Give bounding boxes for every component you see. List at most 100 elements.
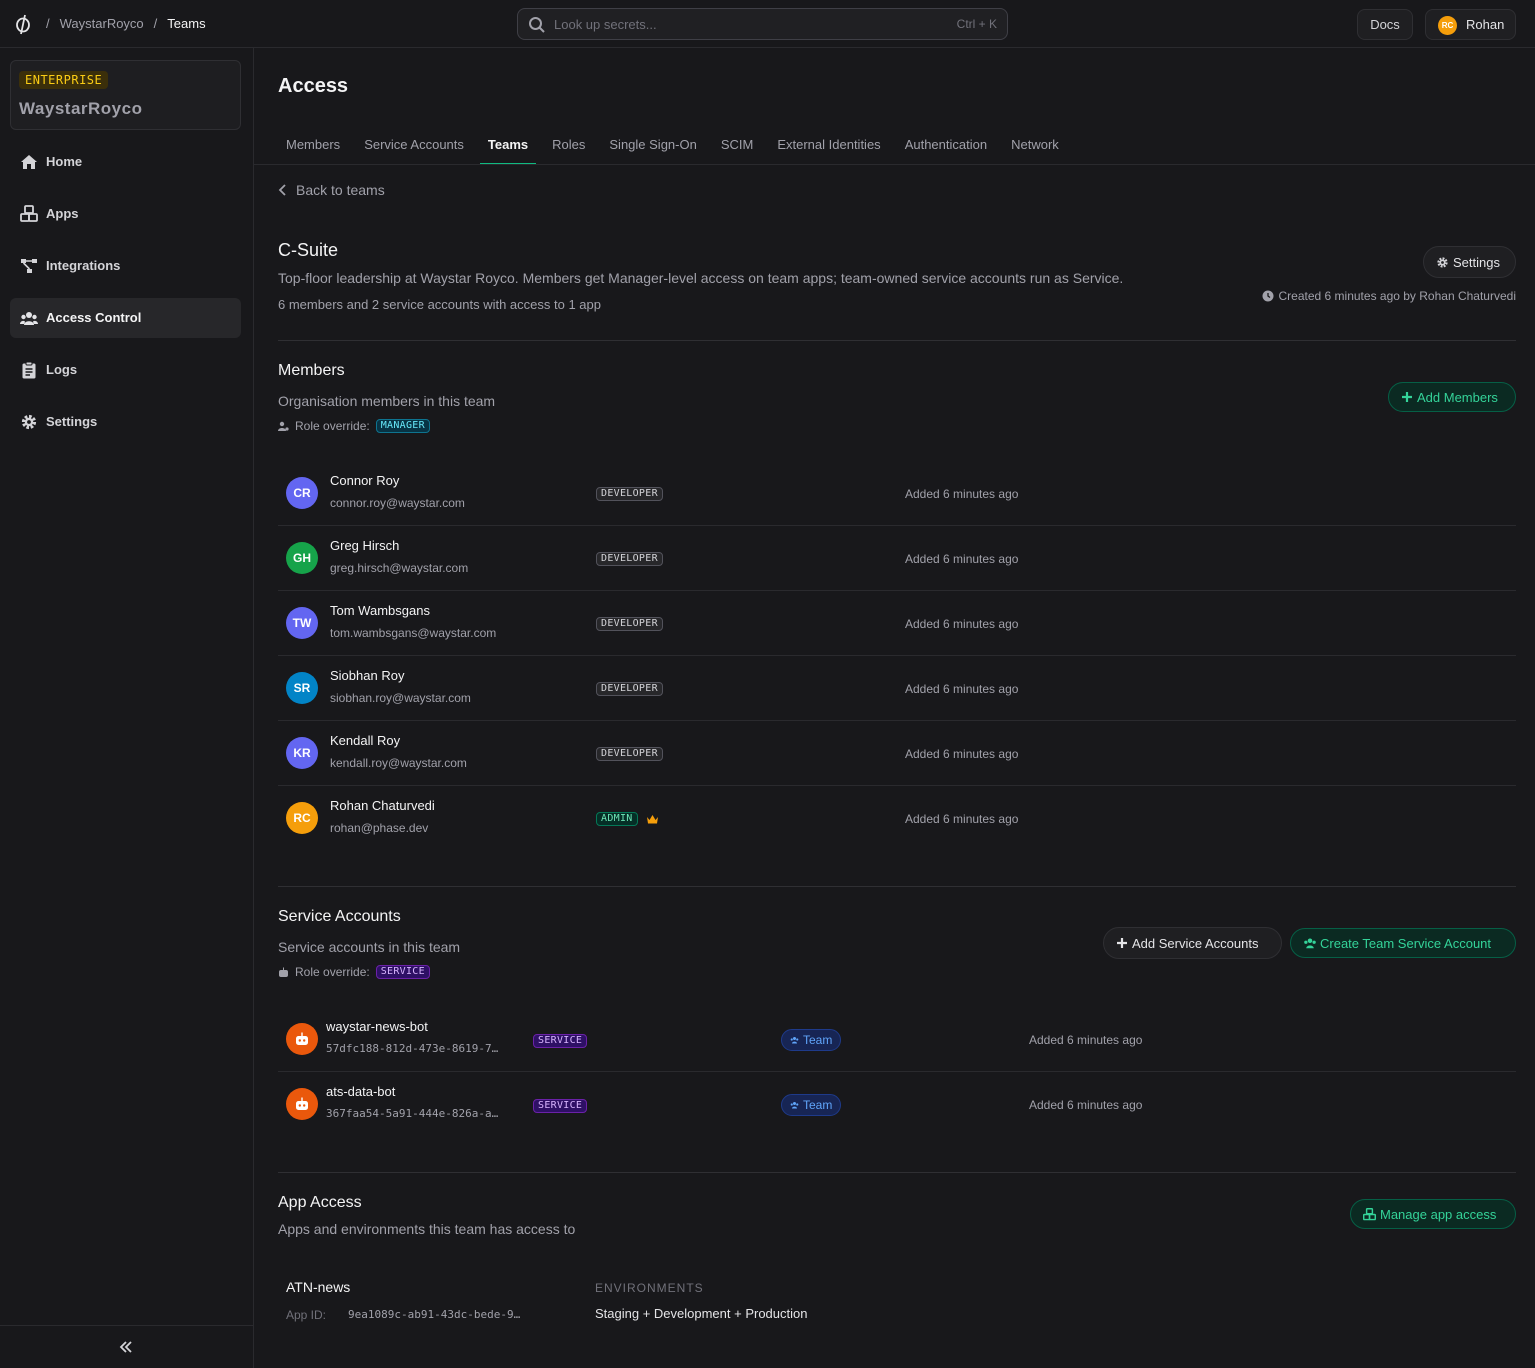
override-label: Role override: [295, 419, 370, 433]
top-bar: / WaystarRoyco / Teams Look up secrets..… [0, 0, 1535, 48]
plus-icon [1401, 391, 1413, 403]
sidebar-item-access-control[interactable]: Access Control [10, 298, 241, 338]
role-badge: DEVELOPER [596, 747, 663, 761]
service-accounts-role-override: Role override: SERVICE [278, 965, 430, 979]
docs-button[interactable]: Docs [1357, 9, 1413, 40]
override-label: Role override: [295, 965, 370, 979]
added-time: Added 6 minutes ago [1029, 1098, 1143, 1112]
breadcrumb-separator: / [153, 16, 158, 31]
table-row[interactable]: TW Tom Wambsgans tom.wambsgans@waystar.c… [278, 591, 1516, 656]
environments-value: Staging + Development + Production [595, 1306, 808, 1321]
breadcrumb-current[interactable]: Teams [167, 16, 205, 31]
member-email: rohan@phase.dev [330, 821, 429, 835]
search-input[interactable]: Look up secrets... Ctrl + K [517, 8, 1008, 40]
app-name[interactable]: ATN-news [286, 1279, 350, 1295]
tab-external-identities[interactable]: External Identities [769, 128, 888, 165]
member-email: connor.roy@waystar.com [330, 496, 465, 510]
search-shortcut: Ctrl + K [956, 17, 997, 31]
sidebar-item-integrations[interactable]: Integrations [10, 246, 241, 286]
users-icon [20, 309, 38, 327]
member-name: Greg Hirsch [330, 538, 400, 553]
added-time: Added 6 minutes ago [905, 682, 1019, 696]
add-members-button[interactable]: Add Members [1388, 382, 1516, 412]
apps-icon [20, 205, 38, 223]
plan-badge: ENTERPRISE [19, 71, 109, 89]
app-access-subtitle: Apps and environments this team has acce… [278, 1221, 576, 1237]
avatar: TW [286, 607, 318, 639]
sidebar-item-apps[interactable]: Apps [10, 194, 241, 234]
add-service-accounts-button[interactable]: Add Service Accounts [1103, 927, 1282, 959]
table-row[interactable]: waystar-news-bot 57dfc188-812d-473e-8619… [278, 1007, 1516, 1072]
tab-teams[interactable]: Teams [479, 128, 537, 165]
tab-service-accounts[interactable]: Service Accounts [356, 128, 472, 165]
service-account-role: SERVICE [533, 1099, 588, 1113]
member-role: ADMIN [596, 812, 659, 826]
tab-network[interactable]: Network [1003, 128, 1067, 165]
table-row[interactable]: CR Connor Roy connor.roy@waystar.com DEV… [278, 461, 1516, 526]
phase-logo-icon[interactable] [14, 13, 34, 35]
sidebar-item-home[interactable]: Home [10, 142, 241, 182]
table-row[interactable]: SR Siobhan Roy siobhan.roy@waystar.com D… [278, 656, 1516, 721]
added-time: Added 6 minutes ago [905, 617, 1019, 631]
member-name: Connor Roy [330, 473, 400, 488]
create-team-service-account-button[interactable]: Create Team Service Account [1290, 928, 1516, 958]
sidebar-nav: Home Apps Integrations Access Control Lo… [10, 142, 241, 454]
main-content: Access Members Service Accounts Teams Ro… [254, 48, 1535, 1368]
table-row[interactable]: KR Kendall Roy kendall.roy@waystar.com D… [278, 721, 1516, 786]
table-row[interactable]: ats-data-bot 367faa54-5a91-444e-826a-a… … [278, 1072, 1516, 1137]
users-icon [790, 1101, 799, 1109]
page-title: Access [278, 75, 349, 97]
create-team-service-account-label: Create Team Service Account [1320, 936, 1492, 951]
sidebar-item-label: Access Control [46, 310, 142, 325]
team-description: Top-floor leadership at Waystar Royco. M… [278, 270, 1124, 286]
tab-roles[interactable]: Roles [544, 128, 593, 165]
tabs-divider [254, 164, 1535, 165]
add-members-label: Add Members [1417, 390, 1498, 405]
breadcrumb-org[interactable]: WaystarRoyco [60, 16, 144, 31]
robot-avatar-icon [286, 1023, 318, 1055]
tab-scim[interactable]: SCIM [713, 128, 762, 165]
table-row[interactable]: GH Greg Hirsch greg.hirsch@waystar.com D… [278, 526, 1516, 591]
crown-icon [646, 814, 659, 825]
service-account-name: waystar-news-bot [326, 1019, 428, 1034]
team-summary: 6 members and 2 service accounts with ac… [278, 297, 601, 312]
role-badge: MANAGER [375, 419, 430, 433]
tab-members[interactable]: Members [278, 128, 348, 165]
sidebar-item-logs[interactable]: Logs [10, 350, 241, 390]
table-row[interactable]: RC Rohan Chaturvedi rohan@phase.dev ADMI… [278, 786, 1516, 851]
added-time: Added 6 minutes ago [905, 812, 1019, 826]
member-email: siobhan.roy@waystar.com [330, 691, 471, 705]
member-role: DEVELOPER [596, 617, 663, 631]
manage-app-access-button[interactable]: Manage app access [1350, 1199, 1516, 1229]
avatar: KR [286, 737, 318, 769]
add-service-accounts-label: Add Service Accounts [1132, 936, 1259, 951]
clock-icon [1262, 290, 1274, 302]
breadcrumb-separator: / [46, 16, 50, 31]
divider [278, 340, 1516, 341]
team-settings-button[interactable]: Settings [1423, 246, 1516, 278]
user-menu-button[interactable]: RC Rohan [1425, 9, 1516, 40]
chevrons-left-icon [118, 1340, 134, 1354]
apps-icon [1363, 1208, 1376, 1221]
sidebar: ENTERPRISE WaystarRoyco Home Apps Integr… [0, 48, 254, 1368]
team-scope-label: Team [803, 1098, 833, 1112]
user-cog-icon [278, 421, 289, 432]
sidebar-item-label: Apps [46, 206, 79, 221]
sidebar-item-settings[interactable]: Settings [10, 402, 241, 442]
back-to-teams-link[interactable]: Back to teams [278, 182, 385, 198]
users-icon [1303, 937, 1317, 949]
tab-authentication[interactable]: Authentication [897, 128, 995, 165]
app-id: 9ea1089c-ab91-43dc-bede-9… [348, 1308, 521, 1321]
avatar: RC [1438, 16, 1457, 35]
clipboard-icon [20, 361, 38, 379]
org-name: WaystarRoyco [19, 99, 143, 118]
members-title: Members [278, 362, 345, 379]
collapse-sidebar-button[interactable] [0, 1325, 253, 1368]
org-switcher[interactable]: ENTERPRISE WaystarRoyco [10, 60, 241, 130]
divider [278, 1172, 1516, 1173]
back-label: Back to teams [296, 182, 385, 198]
breadcrumb: / WaystarRoyco / Teams [46, 16, 206, 31]
integrations-icon [20, 257, 38, 275]
service-account-id: 367faa54-5a91-444e-826a-a… [326, 1107, 499, 1120]
tab-single-sign-on[interactable]: Single Sign-On [601, 128, 704, 165]
